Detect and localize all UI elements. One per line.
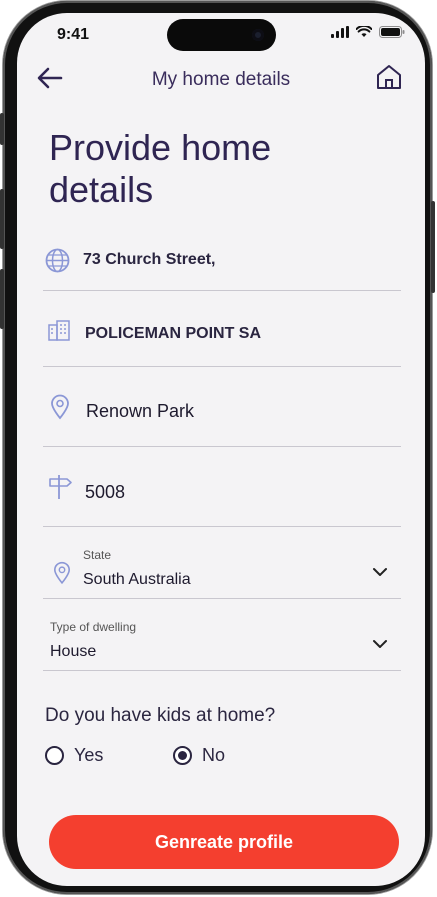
radio-unchecked-icon[interactable]: [45, 746, 64, 765]
street-value: 73 Church Street,: [83, 251, 216, 268]
dwelling-select[interactable]: Type of dwelling House: [43, 617, 401, 671]
battery-icon: [379, 26, 405, 38]
page-title: Provide home details: [49, 127, 349, 211]
wifi-icon: [356, 26, 372, 37]
street-divider: [43, 290, 401, 291]
page-title-line-1: Provide home: [49, 127, 272, 168]
dwelling-value: House: [50, 643, 97, 660]
status-icons: [331, 26, 405, 38]
state-select[interactable]: State South Australia: [43, 545, 401, 599]
suburb-value: POLICEMAN POINT SA: [85, 325, 262, 342]
location-pin-icon: [51, 394, 69, 420]
postcode-value: 5008: [85, 482, 126, 502]
area-divider: [43, 446, 401, 447]
status-time: 9:41: [57, 26, 90, 43]
kids-option-yes-label: Yes: [74, 745, 104, 765]
phone-frame: 9:41 My home details Provide home detail…: [0, 1, 435, 894]
area-value: Renown Park: [86, 401, 195, 421]
kids-question: Do you have kids at home?: [45, 705, 276, 726]
building-icon: [48, 320, 70, 341]
location-pin-icon: [53, 561, 71, 585]
kids-option-yes[interactable]: Yes: [45, 745, 103, 766]
generate-profile-button[interactable]: Genreate profile: [49, 815, 399, 869]
signpost-icon: [49, 475, 72, 499]
home-icon[interactable]: [375, 63, 403, 91]
dynamic-island: [167, 19, 276, 51]
radio-checked-icon[interactable]: [173, 746, 192, 765]
page-title-line-2: details: [49, 169, 154, 210]
street-field[interactable]: 73 Church Street,: [43, 241, 401, 291]
volume-down-button: [0, 269, 4, 329]
action-button: [0, 113, 4, 145]
chevron-down-icon[interactable]: [371, 635, 389, 653]
power-button: [431, 201, 435, 293]
camera-icon: [252, 29, 264, 41]
screen: 9:41 My home details Provide home detail…: [17, 13, 425, 886]
signal-icon: [331, 26, 349, 38]
suburb-divider: [43, 366, 401, 367]
nav-title: My home details: [151, 69, 291, 90]
area-field[interactable]: Renown Park: [43, 391, 401, 447]
state-divider: [43, 598, 401, 599]
suburb-field[interactable]: POLICEMAN POINT SA: [43, 313, 401, 367]
state-value: South Australia: [83, 571, 191, 588]
postcode-field[interactable]: 5008: [43, 471, 401, 527]
chevron-down-icon[interactable]: [371, 563, 389, 581]
state-label: State: [83, 548, 112, 562]
volume-up-button: [0, 189, 4, 249]
globe-icon: [45, 248, 70, 273]
postcode-divider: [43, 526, 401, 527]
kids-option-no[interactable]: No: [173, 745, 225, 766]
kids-option-no-label: No: [202, 745, 226, 765]
dwelling-label: Type of dwelling: [50, 620, 137, 634]
dwelling-divider: [43, 670, 401, 671]
